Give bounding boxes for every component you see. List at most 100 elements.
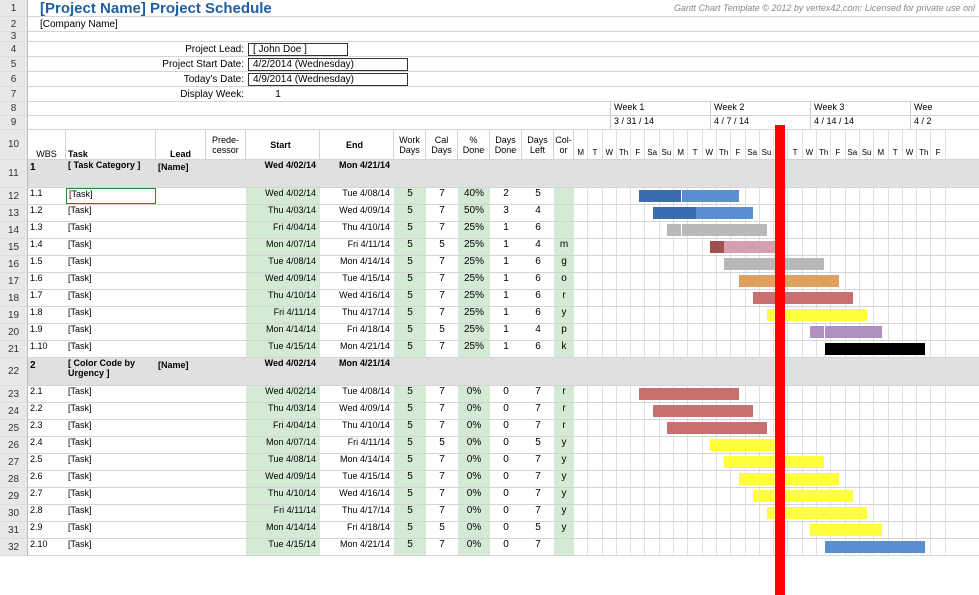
task-row[interactable]: 1.2 [Task] Thu 4/03/14 Wed 4/09/14 5 7 5… [28,205,979,222]
color-code[interactable]: r [554,290,574,306]
cal-days[interactable]: 7 [426,420,458,436]
days-left[interactable]: 6 [522,307,554,323]
project-title[interactable]: [Project Name] Project Schedule [28,0,272,17]
end[interactable]: Wed 4/09/14 [320,205,394,221]
row-number[interactable]: 30 [0,505,28,522]
color-code[interactable]: k [554,341,574,357]
row-number[interactable]: 22 [0,358,28,386]
end[interactable]: Thu 4/17/14 [320,505,394,521]
company-name[interactable]: [Company Name] [28,19,118,30]
color-code[interactable]: y [554,454,574,470]
start[interactable]: Wed 4/02/14 [246,160,320,187]
wbs[interactable]: 2 [28,358,66,385]
days-left[interactable]: 7 [522,420,554,436]
work-days[interactable]: 5 [394,307,426,323]
work-days[interactable]: 5 [394,471,426,487]
days-left[interactable]: 7 [522,471,554,487]
today-value[interactable]: 4/9/2014 (Wednesday) [248,73,408,86]
days-done[interactable]: 0 [490,471,522,487]
col-done[interactable]: Days Done [490,130,522,159]
row-number[interactable]: 10 [0,130,28,160]
pct-done[interactable]: 50% [458,205,490,221]
start[interactable]: Fri 4/11/14 [246,505,320,521]
start[interactable]: Tue 4/15/14 [246,341,320,357]
col-lead[interactable]: Lead [156,130,206,159]
days-left[interactable]: 7 [522,505,554,521]
wbs[interactable]: 1.9 [28,324,66,340]
cal-days[interactable]: 7 [426,307,458,323]
pct-done[interactable]: 0% [458,437,490,453]
row-number[interactable]: 9 [0,116,28,130]
task-row[interactable]: 1.4 [Task] Mon 4/07/14 Fri 4/11/14 5 5 2… [28,239,979,256]
end[interactable]: Fri 4/18/14 [320,522,394,538]
cal-days[interactable]: 7 [426,341,458,357]
color-code[interactable]: y [554,471,574,487]
row-number[interactable]: 5 [0,57,28,72]
work-days[interactable]: 5 [394,454,426,470]
task-row[interactable]: 1.7 [Task] Thu 4/10/14 Wed 4/16/14 5 7 2… [28,290,979,307]
days-left[interactable]: 6 [522,273,554,289]
days-left[interactable]: 6 [522,341,554,357]
row-number[interactable]: 28 [0,471,28,488]
days-done[interactable]: 0 [490,420,522,436]
work-days[interactable]: 5 [394,256,426,272]
pct-done[interactable]: 40% [458,188,490,204]
lead-value[interactable]: [ John Doe ] [248,43,348,56]
pct-done[interactable]: 0% [458,522,490,538]
end[interactable]: Fri 4/11/14 [320,239,394,255]
end[interactable]: Fri 4/11/14 [320,437,394,453]
task-name[interactable]: [Task] [66,522,156,538]
days-left[interactable]: 6 [522,256,554,272]
row-number[interactable]: 14 [0,222,28,239]
row-number[interactable]: 13 [0,205,28,222]
row-number[interactable]: 8 [0,102,28,116]
end[interactable]: Thu 4/10/14 [320,222,394,238]
task-name[interactable]: [Task] [66,386,156,402]
days-done[interactable]: 0 [490,437,522,453]
start[interactable]: Wed 4/02/14 [246,188,320,204]
task-name[interactable]: [ Task Category ] [66,160,156,187]
days-done[interactable]: 1 [490,222,522,238]
end[interactable]: Wed 4/09/14 [320,403,394,419]
days-left[interactable]: 4 [522,205,554,221]
category-row[interactable]: 2 [ Color Code by Urgency ] [Name] Wed 4… [28,358,979,386]
days-left[interactable]: 6 [522,222,554,238]
end[interactable]: Tue 4/15/14 [320,273,394,289]
days-done[interactable]: 3 [490,205,522,221]
work-days[interactable]: 5 [394,188,426,204]
cal-days[interactable]: 5 [426,437,458,453]
row-number[interactable]: 21 [0,341,28,358]
days-left[interactable]: 7 [522,488,554,504]
task-name[interactable]: [Task] [66,341,156,357]
row-number[interactable]: 26 [0,437,28,454]
start[interactable]: Wed 4/09/14 [246,471,320,487]
color-code[interactable]: r [554,403,574,419]
work-days[interactable]: 5 [394,205,426,221]
wbs[interactable]: 2.10 [28,539,66,555]
end[interactable]: Mon 4/14/14 [320,454,394,470]
end[interactable]: Tue 4/08/14 [320,188,394,204]
days-done[interactable]: 1 [490,256,522,272]
col-left[interactable]: Days Left [522,130,554,159]
end[interactable]: Fri 4/18/14 [320,324,394,340]
pct-done[interactable]: 25% [458,256,490,272]
task-row[interactable]: 2.8 [Task] Fri 4/11/14 Thu 4/17/14 5 7 0… [28,505,979,522]
row-number[interactable]: 2 [0,17,28,32]
days-left[interactable]: 7 [522,403,554,419]
pct-done[interactable]: 25% [458,307,490,323]
cal-days[interactable]: 7 [426,386,458,402]
end[interactable]: Mon 4/21/14 [320,539,394,555]
wbs[interactable]: 1.8 [28,307,66,323]
days-done[interactable]: 0 [490,454,522,470]
col-task[interactable]: Task [66,130,156,159]
work-days[interactable]: 5 [394,273,426,289]
task-name[interactable]: [Task] [66,454,156,470]
task-row[interactable]: 1.1 [Task] Wed 4/02/14 Tue 4/08/14 5 7 4… [28,188,979,205]
cal-days[interactable]: 7 [426,454,458,470]
row-number[interactable]: 32 [0,539,28,556]
row-number[interactable]: 7 [0,87,28,102]
days-done[interactable]: 1 [490,290,522,306]
row-number[interactable]: 24 [0,403,28,420]
pct-done[interactable]: 25% [458,239,490,255]
wbs[interactable]: 2.2 [28,403,66,419]
